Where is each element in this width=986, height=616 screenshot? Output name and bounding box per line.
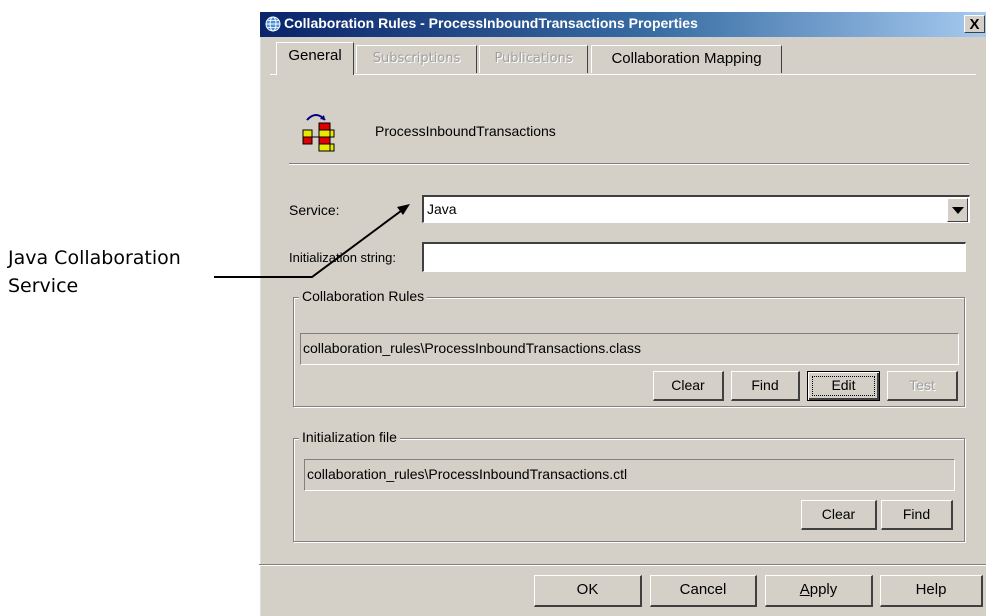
header-separator (289, 163, 969, 165)
apply-mnemonic: A (799, 581, 810, 598)
init-string-input[interactable] (422, 242, 966, 272)
init-string-label: Initialization string: (289, 250, 396, 265)
tab-panel-border (270, 74, 976, 75)
collab-find-button[interactable]: Find (731, 371, 800, 401)
callout-line-1: Java Collaboration (8, 247, 181, 269)
collab-test-button[interactable]: Test (887, 371, 958, 401)
tab-collaboration-mapping[interactable]: Collaboration Mapping (591, 45, 782, 73)
callout-label: Java Collaboration Service (8, 244, 181, 300)
help-button[interactable]: Help (880, 575, 983, 607)
footer-separator (259, 564, 986, 566)
focus-rect (812, 376, 875, 396)
ok-button[interactable]: OK (534, 575, 642, 607)
cancel-button[interactable]: Cancel (650, 575, 757, 607)
collaboration-rules-icon (302, 114, 335, 152)
collaboration-rules-group-title: Collaboration Rules (299, 288, 428, 304)
tab-subscriptions[interactable]: Subscriptions (356, 45, 477, 73)
apply-button[interactable]: Apply (765, 575, 873, 607)
init-file-group-title: Initialization file (299, 429, 400, 445)
collab-clear-button[interactable]: Clear (653, 371, 724, 401)
init-find-button[interactable]: Find (881, 500, 953, 530)
tab-general[interactable]: General (276, 42, 354, 75)
collaboration-rules-path: collaboration_rules\ProcessInboundTransa… (300, 333, 959, 365)
apply-label-rest: pply (809, 581, 838, 598)
tab-publications[interactable]: Publications (479, 45, 588, 73)
init-clear-button[interactable]: Clear (801, 500, 877, 530)
service-value: Java (427, 201, 457, 217)
window-title: Collaboration Rules - ProcessInboundTran… (284, 15, 698, 31)
init-file-path: collaboration_rules\ProcessInboundTransa… (304, 459, 955, 491)
service-select[interactable]: Java (422, 195, 970, 223)
callout-line-2: Service (8, 275, 79, 297)
close-button[interactable]: X (964, 15, 985, 33)
service-label: Service: (289, 202, 340, 218)
dropdown-arrow-icon[interactable] (947, 198, 968, 222)
title-bar[interactable]: Collaboration Rules - ProcessInboundTran… (260, 12, 986, 37)
globe-icon (265, 16, 281, 32)
collab-edit-button[interactable]: Edit (807, 371, 880, 401)
collaboration-name: ProcessInboundTransactions (375, 123, 556, 139)
